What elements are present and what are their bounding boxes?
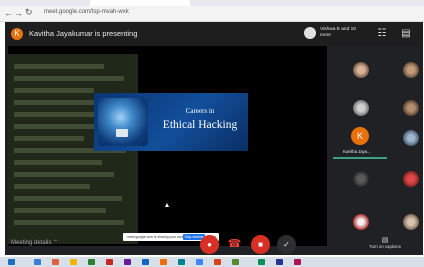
ghost-row (14, 88, 94, 93)
app-icon[interactable] (106, 259, 113, 265)
chat-icon[interactable]: ▤ (399, 27, 413, 41)
end-call-icon[interactable]: ☎ (225, 235, 244, 254)
speaking-indicator (333, 157, 387, 159)
participant-avatar (304, 27, 316, 39)
meet-header: K Kavitha Jayakumar is presenting Vishwa… (5, 22, 423, 46)
check-icon[interactable]: ✓ (277, 235, 296, 254)
participant-tile[interactable] (403, 62, 419, 78)
app-icon[interactable] (276, 259, 283, 265)
ghost-row (14, 172, 114, 177)
app-icon[interactable] (178, 259, 185, 265)
slide-illustration (98, 98, 148, 146)
slide-title-line2: Ethical Hacking (162, 119, 238, 131)
captions-button[interactable]: ▤ Turn on captions (365, 236, 405, 249)
presenter-avatar: K (11, 28, 23, 40)
app-icon[interactable] (160, 259, 167, 265)
app-icon[interactable] (88, 259, 95, 265)
participant-tile[interactable] (403, 130, 419, 146)
app-icon[interactable] (214, 259, 221, 265)
participant-tile[interactable] (403, 171, 419, 187)
app-icon[interactable] (232, 259, 239, 265)
app-icon[interactable] (258, 259, 265, 265)
participant-tile[interactable] (403, 214, 419, 230)
chrome-icon[interactable] (196, 259, 203, 265)
participant-tile[interactable] (403, 100, 419, 116)
shared-screen: Careers in Ethical Hacking meet.google.c… (8, 46, 327, 246)
participant-tiles: K Kavitha Jaya... (333, 46, 423, 246)
laptop-icon (116, 129, 128, 137)
presentation-slide: Careers in Ethical Hacking (94, 93, 248, 151)
mouse-cursor-icon (165, 203, 169, 207)
chevron-up-icon: ⌃ (53, 240, 59, 246)
ghost-row (14, 160, 102, 165)
address-bar[interactable]: meet.google.com/tsp-mvah-wxk (44, 9, 129, 15)
ghost-row (14, 220, 124, 225)
ghost-row (14, 76, 124, 81)
ghost-row (14, 64, 104, 69)
presenting-status: Kavitha Jayakumar is presenting (29, 29, 138, 38)
slide-title-line1: Careers in (185, 107, 215, 115)
mic-off-icon[interactable]: ● (200, 235, 219, 254)
ghost-row (14, 208, 106, 213)
folder-icon[interactable] (70, 259, 77, 265)
app-icon[interactable] (52, 259, 59, 265)
camera-off-icon[interactable]: ■ (251, 235, 270, 254)
meeting-details-button[interactable]: Meeting details ⌃ (11, 239, 58, 246)
os-taskbar (0, 257, 424, 267)
start-icon[interactable] (8, 259, 15, 265)
meeting-details-label: Meeting details (11, 240, 52, 246)
app-icon[interactable] (34, 259, 41, 265)
meet-window: K Kavitha Jayakumar is presenting Vishwa… (5, 22, 423, 255)
presenter-tile-label: Kavitha Jaya... (343, 149, 371, 154)
back-arrow-icon[interactable]: ← (4, 8, 13, 18)
app-icon[interactable] (142, 259, 149, 265)
participant-tile[interactable] (353, 171, 369, 187)
ghost-row (14, 184, 90, 189)
participant-tile[interactable] (353, 100, 369, 116)
participant-tile[interactable] (353, 214, 369, 230)
presenter-tile-avatar[interactable]: K (351, 127, 369, 145)
captions-label: Turn on captions (369, 244, 401, 249)
captions-icon: ▤ (381, 237, 389, 244)
ghost-row (14, 196, 122, 201)
reload-icon[interactable]: ↻ (25, 7, 33, 18)
app-icon[interactable] (124, 259, 131, 265)
people-icon[interactable]: ☷ (375, 27, 389, 41)
browser-toolbar: ← → ↻ meet.google.com/tsp-mvah-wxk (0, 6, 424, 22)
ghost-row (14, 136, 84, 141)
participant-count: Vishwa E and 10 more (320, 27, 356, 38)
app-icon[interactable] (294, 259, 301, 265)
participant-tile[interactable] (353, 62, 369, 78)
forward-arrow-icon[interactable]: → (14, 8, 23, 18)
call-controls: Meeting details ⌃ ● ☎ ■ ✓ ▤ Turn on capt… (5, 233, 423, 255)
